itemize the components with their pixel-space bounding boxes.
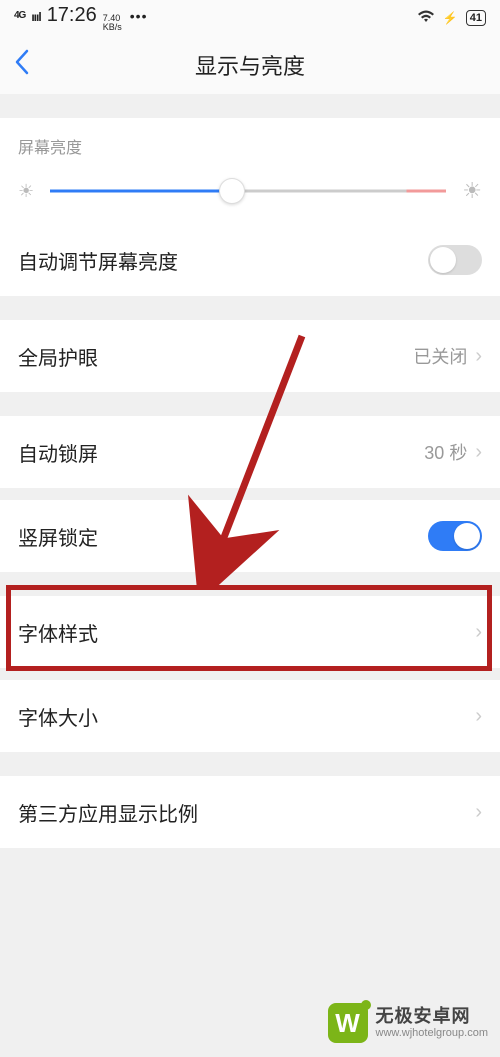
wifi-icon xyxy=(417,9,435,28)
brightness-high-icon: ☀ xyxy=(462,178,482,204)
row-label: 第三方应用显示比例 xyxy=(18,798,198,827)
row-label: 字体大小 xyxy=(18,702,98,731)
chevron-right-icon: › xyxy=(475,441,482,464)
battery-icon: 41 xyxy=(466,10,486,26)
more-icon: ••• xyxy=(130,8,148,24)
row-auto-lock[interactable]: 自动锁屏 30 秒 › xyxy=(0,416,500,488)
chevron-right-icon: › xyxy=(475,345,482,368)
row-eye-care[interactable]: 全局护眼 已关闭 › xyxy=(0,320,500,392)
row-font-style[interactable]: 字体样式 › xyxy=(0,596,500,668)
row-label: 全局护眼 xyxy=(18,342,98,371)
auto-brightness-toggle[interactable] xyxy=(428,245,482,275)
watermark: W 无极安卓网 www.wjhotelgroup.com xyxy=(328,1003,489,1043)
signal-icon: ıııl xyxy=(31,10,40,24)
portrait-lock-toggle[interactable] xyxy=(428,521,482,551)
row-portrait-lock[interactable]: 竖屏锁定 xyxy=(0,500,500,572)
net-speed: 7.40 KB/s xyxy=(103,14,122,32)
chevron-right-icon: › xyxy=(475,705,482,728)
clock: 17:26 xyxy=(47,4,97,27)
row-label: 竖屏锁定 xyxy=(18,522,98,551)
row-label: 自动调节屏幕亮度 xyxy=(18,246,178,275)
row-third-party-ratio[interactable]: 第三方应用显示比例 › xyxy=(0,776,500,848)
row-label: 自动锁屏 xyxy=(18,438,98,467)
row-label: 字体样式 xyxy=(18,618,98,647)
watermark-cn: 无极安卓网 xyxy=(376,1007,489,1027)
brightness-section: 屏幕亮度 ☀ ☀ xyxy=(0,118,500,224)
row-value: 30 秒 xyxy=(424,439,467,465)
brightness-slider[interactable] xyxy=(50,179,446,203)
row-auto-brightness[interactable]: 自动调节屏幕亮度 xyxy=(0,224,500,296)
chevron-right-icon: › xyxy=(475,801,482,824)
row-value: 已关闭 xyxy=(413,343,467,369)
back-button[interactable] xyxy=(14,45,38,85)
page-title: 显示与亮度 xyxy=(0,49,500,81)
brightness-low-icon: ☀ xyxy=(18,181,34,202)
page-header: 显示与亮度 xyxy=(0,36,500,94)
slider-thumb[interactable] xyxy=(219,178,245,204)
network-type: 4G xyxy=(14,10,25,24)
chevron-right-icon: › xyxy=(475,621,482,644)
brightness-label: 屏幕亮度 xyxy=(18,134,482,158)
charging-icon: ⚡ xyxy=(443,11,458,25)
status-bar: 4G ıııl 17:26 7.40 KB/s ••• ⚡ 41 xyxy=(0,0,500,36)
watermark-logo: W xyxy=(328,1003,368,1043)
watermark-en: www.wjhotelgroup.com xyxy=(376,1027,489,1039)
row-font-size[interactable]: 字体大小 › xyxy=(0,680,500,752)
